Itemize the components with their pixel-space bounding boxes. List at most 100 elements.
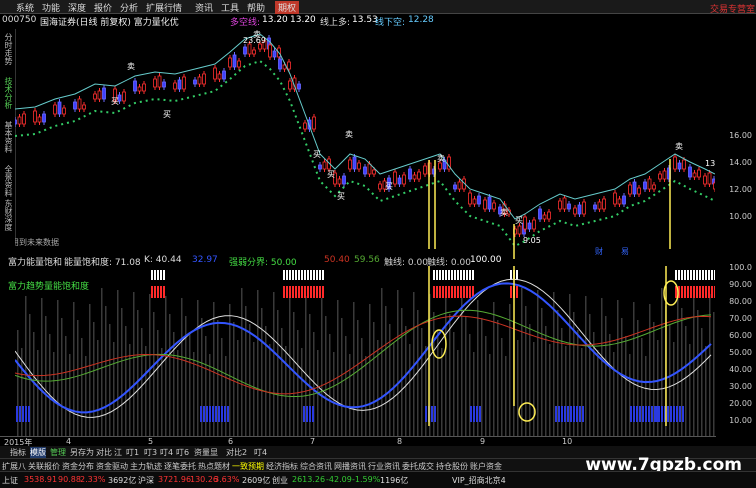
blue-block bbox=[312, 406, 314, 422]
osc-bar bbox=[609, 334, 611, 436]
tab-d4b[interactable]: 叮4 bbox=[254, 447, 267, 458]
red-block bbox=[313, 286, 315, 298]
osc-bar bbox=[489, 354, 491, 436]
osc-bar bbox=[349, 354, 351, 436]
osc-bar bbox=[165, 296, 167, 436]
tab-fundamentals[interactable]: 基本资料 bbox=[1, 121, 13, 153]
blue-block bbox=[479, 406, 481, 422]
tab-template[interactable]: 模版 bbox=[30, 447, 46, 458]
status-bar: 上证 3538.91 90.88 2.33% 3692亿 沪深 3721.96 … bbox=[0, 471, 756, 488]
tab-save-as[interactable]: 另存为 bbox=[70, 447, 94, 458]
sell-signal: 卖 bbox=[500, 208, 508, 217]
sh-pct: 2.33% bbox=[80, 475, 106, 484]
osc-bar bbox=[121, 308, 123, 436]
osc-bar bbox=[45, 316, 47, 436]
osc-bar bbox=[113, 342, 115, 436]
candle-body bbox=[628, 184, 632, 195]
osc-bar bbox=[41, 298, 43, 436]
candle-body bbox=[288, 80, 292, 90]
blue-block bbox=[642, 406, 644, 422]
tab-timeshare[interactable]: 分时走势 bbox=[1, 33, 13, 65]
candle-body bbox=[423, 165, 427, 175]
line-down-value: 12.28 bbox=[408, 15, 434, 25]
date-month: 10 bbox=[562, 437, 573, 446]
oscillator-chart[interactable] bbox=[15, 266, 715, 436]
tab-compare[interactable]: 对比 bbox=[96, 447, 112, 458]
white-tick bbox=[510, 270, 512, 280]
osc-bar bbox=[249, 324, 251, 436]
white-tick bbox=[690, 270, 692, 280]
candle-body bbox=[567, 203, 571, 210]
red-blocks bbox=[151, 270, 715, 298]
buy-signal: 买 bbox=[111, 97, 119, 106]
white-tick bbox=[678, 270, 680, 280]
red-block bbox=[708, 286, 710, 298]
white-tick bbox=[298, 270, 300, 280]
white-tick bbox=[151, 270, 153, 280]
tab-volume[interactable]: 资量显 bbox=[194, 447, 218, 458]
osc-bar bbox=[117, 290, 119, 436]
osc-bar bbox=[565, 346, 567, 436]
white-tick bbox=[516, 270, 518, 280]
tab-compare2[interactable]: 对比2 bbox=[226, 447, 247, 458]
white-tick bbox=[708, 270, 710, 280]
white-tick bbox=[675, 270, 677, 280]
white-tick bbox=[286, 270, 288, 280]
blue-block bbox=[670, 406, 672, 422]
candle-body bbox=[438, 162, 442, 170]
candle-body bbox=[153, 78, 157, 88]
tab-panorama[interactable]: 全景资料 bbox=[1, 165, 13, 197]
date-month: 5 bbox=[148, 437, 154, 446]
osc-bar bbox=[485, 336, 487, 436]
osc-bar bbox=[353, 302, 355, 436]
tab-d1[interactable]: 叮1 bbox=[126, 447, 139, 458]
price-chart[interactable]: 23.69 9.05 13.40 用到未来数据 财 易 卖卖卖卖卖卖买买买买买买… bbox=[15, 29, 715, 259]
blue-block bbox=[227, 406, 229, 422]
osc-bar bbox=[345, 336, 347, 436]
blue-block bbox=[476, 406, 478, 422]
blue-block bbox=[200, 406, 202, 422]
cy-label: 创业 bbox=[272, 476, 288, 485]
blue-block bbox=[221, 406, 223, 422]
white-bars bbox=[17, 288, 715, 436]
tab-manage[interactable]: 管理 bbox=[50, 447, 66, 458]
tab-river[interactable]: 江 bbox=[114, 447, 122, 458]
blue-block bbox=[306, 406, 308, 422]
candle-body bbox=[487, 196, 492, 210]
candle-body bbox=[173, 82, 177, 90]
blue-block bbox=[309, 406, 311, 422]
white-tick bbox=[319, 270, 321, 280]
tab-technical[interactable]: 技术分析 bbox=[1, 77, 13, 109]
blue-block bbox=[658, 406, 660, 422]
brand-right: 交易专营室 bbox=[710, 5, 756, 15]
candle-body bbox=[613, 192, 617, 205]
candle-body bbox=[527, 222, 532, 230]
blue-block bbox=[651, 406, 653, 422]
candle-body bbox=[243, 46, 247, 55]
candle-body bbox=[393, 171, 397, 185]
blue-block bbox=[555, 406, 557, 422]
tab-d6[interactable]: 叮6 bbox=[176, 447, 189, 458]
sub-tick: 20.00 bbox=[729, 399, 752, 408]
blue-block bbox=[567, 406, 569, 422]
osc-bar bbox=[389, 324, 391, 436]
candle-body bbox=[453, 184, 457, 190]
osc-bar bbox=[521, 288, 523, 436]
red-block bbox=[463, 286, 465, 298]
sz-amount: 2609亿 bbox=[242, 476, 271, 485]
candle-body bbox=[582, 201, 586, 215]
red-block bbox=[693, 286, 695, 298]
tab-eastmoney[interactable]: 东财深度 bbox=[1, 199, 13, 231]
blue-block bbox=[22, 406, 24, 422]
tab-d4[interactable]: 叮4 bbox=[160, 447, 173, 458]
candle-body bbox=[597, 201, 602, 210]
tab-indicator[interactable]: 指标 bbox=[10, 447, 26, 458]
cy-amount: 1196亿 bbox=[380, 476, 409, 485]
blue-block bbox=[218, 406, 220, 422]
blue-block bbox=[206, 406, 208, 422]
white-tick bbox=[711, 270, 713, 280]
osc-bar bbox=[233, 322, 235, 436]
tab-d3[interactable]: 叮3 bbox=[144, 447, 157, 458]
osc-bar bbox=[37, 350, 39, 436]
white-tick bbox=[292, 270, 294, 280]
